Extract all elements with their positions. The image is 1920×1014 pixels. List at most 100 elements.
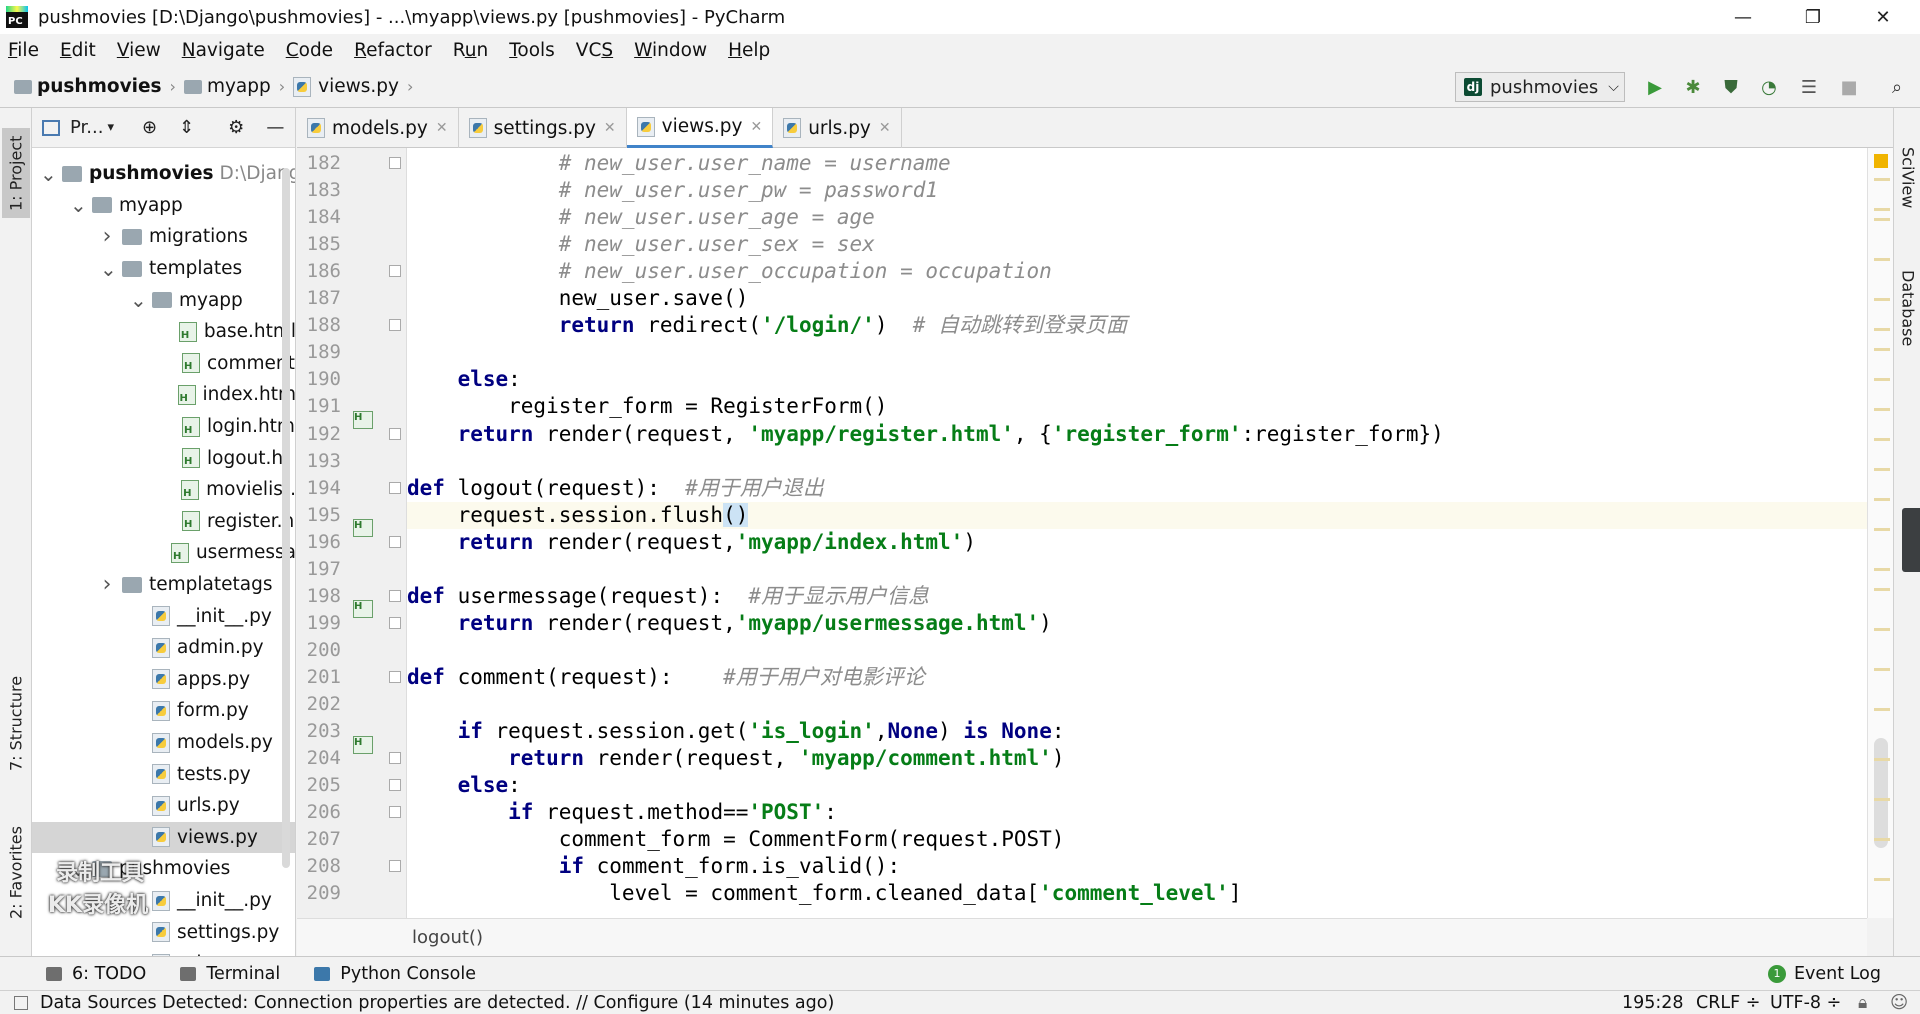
tab-structure[interactable]: 7: Structure xyxy=(2,668,30,778)
stripe-mark[interactable] xyxy=(1874,498,1890,501)
tab-todo[interactable]: 6: TODO xyxy=(46,964,146,984)
profile-icon[interactable]: ◔ xyxy=(1758,76,1780,98)
tree-item[interactable]: › migrations xyxy=(32,221,295,253)
code-line[interactable]: else: xyxy=(407,366,521,393)
stripe-mark[interactable] xyxy=(1874,438,1890,441)
tree-item[interactable]: Hindex.htm xyxy=(32,379,295,411)
stripe-mark[interactable] xyxy=(1874,298,1890,301)
fold-marker-icon[interactable] xyxy=(389,589,401,602)
file-encoding[interactable]: UTF-8 ÷ xyxy=(1770,993,1841,1013)
inspector-icon[interactable]: ☺ xyxy=(1890,993,1908,1013)
stripe-mark[interactable] xyxy=(1874,838,1890,841)
template-navigation-icon[interactable]: H xyxy=(353,735,373,754)
tab-python-console[interactable]: Python Console xyxy=(314,964,476,984)
menu-item[interactable]: Run xyxy=(453,40,489,61)
tree-item[interactable]: › templatetags xyxy=(32,569,295,601)
chevron-down-icon[interactable]: ⌄ xyxy=(70,193,87,217)
code-line[interactable]: return redirect('/login/') # 自动跳转到登录页面 xyxy=(407,312,1127,339)
code-line[interactable]: register_form = RegisterForm() xyxy=(407,393,887,420)
tab-urls-py[interactable]: urls.py ✕ xyxy=(773,108,902,148)
stripe-mark[interactable] xyxy=(1874,408,1890,411)
fold-marker-icon[interactable] xyxy=(389,670,401,683)
editor-breadcrumb[interactable]: logout() xyxy=(297,918,1867,956)
debug-icon[interactable]: ✱ xyxy=(1682,76,1704,98)
tree-item[interactable]: apps.py xyxy=(32,664,295,696)
fold-marker-icon[interactable] xyxy=(389,806,401,819)
code-line[interactable]: level = comment_form.cleaned_data['comme… xyxy=(407,880,1241,907)
tree-item[interactable]: urls.py xyxy=(32,948,295,956)
tab-settings-py[interactable]: settings.py ✕ xyxy=(459,108,627,148)
menu-item[interactable]: Tools xyxy=(509,40,555,61)
nav-crumb-project[interactable]: pushmovies › xyxy=(14,76,184,97)
stripe-mark[interactable] xyxy=(1874,668,1890,671)
run-icon[interactable]: ▶ xyxy=(1644,76,1666,98)
close-tab-icon[interactable]: ✕ xyxy=(436,120,448,136)
fold-marker-icon[interactable] xyxy=(389,481,401,494)
tree-item[interactable]: __init__.py xyxy=(32,600,295,632)
run-configuration-select[interactable]: dj pushmovies ⌵ xyxy=(1455,72,1625,102)
caret-position[interactable]: 195:28 xyxy=(1622,993,1684,1013)
chevron-down-icon[interactable]: ⌄ xyxy=(100,257,117,281)
fold-marker-icon[interactable] xyxy=(389,535,401,548)
chevron-down-icon[interactable]: ⌄ xyxy=(40,162,57,186)
tree-item[interactable]: ⌄pushmoviesD:\Django xyxy=(32,158,295,190)
menu-item[interactable]: File xyxy=(8,40,39,61)
code-line[interactable]: return render(request,'myapp/index.html'… xyxy=(407,529,976,556)
close-button[interactable]: ✕ xyxy=(1854,0,1912,34)
toggle-tool-windows-icon[interactable] xyxy=(14,995,28,1010)
menu-item[interactable]: Help xyxy=(728,40,770,61)
code-line[interactable]: request.session.flush() xyxy=(407,501,1867,529)
fold-marker-icon[interactable] xyxy=(389,616,401,629)
code-line[interactable]: # new_user.user_age = age xyxy=(407,204,875,231)
stripe-mark[interactable] xyxy=(1874,628,1890,631)
code-line[interactable]: if request.method=='POST': xyxy=(407,799,837,826)
template-navigation-icon[interactable]: H xyxy=(353,410,373,429)
stripe-mark[interactable] xyxy=(1874,468,1890,471)
search-icon[interactable]: ⌕ xyxy=(1886,76,1908,98)
menu-item[interactable]: Refactor xyxy=(354,40,432,61)
code-editor[interactable]: # new_user.user_name = username # new_us… xyxy=(407,148,1867,918)
close-tab-icon[interactable]: ✕ xyxy=(750,119,762,135)
stripe-mark[interactable] xyxy=(1874,568,1890,571)
code-line[interactable]: def usermessage(request): #用于显示用户信息 xyxy=(407,583,929,610)
project-view-select[interactable]: Pr... xyxy=(70,117,103,138)
editor-scrollbar-thumb[interactable] xyxy=(1874,738,1888,848)
stripe-mark[interactable] xyxy=(1874,878,1890,881)
stripe-mark[interactable] xyxy=(1874,708,1890,711)
fold-marker-icon[interactable] xyxy=(389,860,401,873)
code-line[interactable]: # new_user.user_pw = password1 xyxy=(407,177,938,204)
concurrency-icon[interactable]: ☰ xyxy=(1798,76,1820,98)
tab-terminal[interactable]: Terminal xyxy=(180,964,280,984)
fold-marker-icon[interactable] xyxy=(389,752,401,765)
tree-item[interactable]: tests.py xyxy=(32,758,295,790)
stripe-mark[interactable] xyxy=(1874,348,1890,351)
code-line[interactable]: new_user.save() xyxy=(407,285,749,312)
code-line[interactable]: # new_user.user_occupation = occupation xyxy=(407,258,1052,285)
code-line[interactable]: return render(request, 'myapp/comment.ht… xyxy=(407,745,1064,772)
template-navigation-icon[interactable]: H xyxy=(353,600,373,619)
line-separator[interactable]: CRLF ÷ xyxy=(1696,993,1760,1013)
tree-item[interactable]: Hlogout.ht xyxy=(32,442,295,474)
code-line[interactable]: return render(request,'myapp/usermessage… xyxy=(407,610,1052,637)
tab-project[interactable]: 1: Project xyxy=(2,128,30,218)
stripe-mark[interactable] xyxy=(1874,528,1890,531)
stripe-mark[interactable] xyxy=(1874,798,1890,801)
tree-item[interactable]: admin.py xyxy=(32,632,295,664)
nav-crumb-file[interactable]: views.py › xyxy=(293,76,421,97)
event-log-button[interactable]: 1 Event Log xyxy=(1768,964,1881,984)
code-line[interactable]: # new_user.user_sex = sex xyxy=(407,231,875,258)
tab-sciview[interactable]: SciView xyxy=(1896,128,1920,228)
code-line[interactable]: else: xyxy=(407,772,521,799)
tree-item[interactable]: Husermessa xyxy=(32,537,295,569)
tree-item[interactable]: Hmovielist. xyxy=(32,474,295,506)
locate-icon[interactable]: ⊕ xyxy=(142,117,157,138)
menu-item[interactable]: Window xyxy=(634,40,707,61)
tab-database[interactable]: Database xyxy=(1896,248,1920,368)
stripe-mark[interactable] xyxy=(1874,588,1890,591)
tab-favorites[interactable]: 2: Favorites xyxy=(2,818,30,928)
stripe-mark[interactable] xyxy=(1874,208,1890,211)
code-line[interactable]: def comment(request): #用于用户对电影评论 xyxy=(407,664,925,691)
hide-panel-icon[interactable]: — xyxy=(266,117,284,138)
close-tab-icon[interactable]: ✕ xyxy=(604,120,616,136)
tree-item[interactable]: urls.py xyxy=(32,790,295,822)
